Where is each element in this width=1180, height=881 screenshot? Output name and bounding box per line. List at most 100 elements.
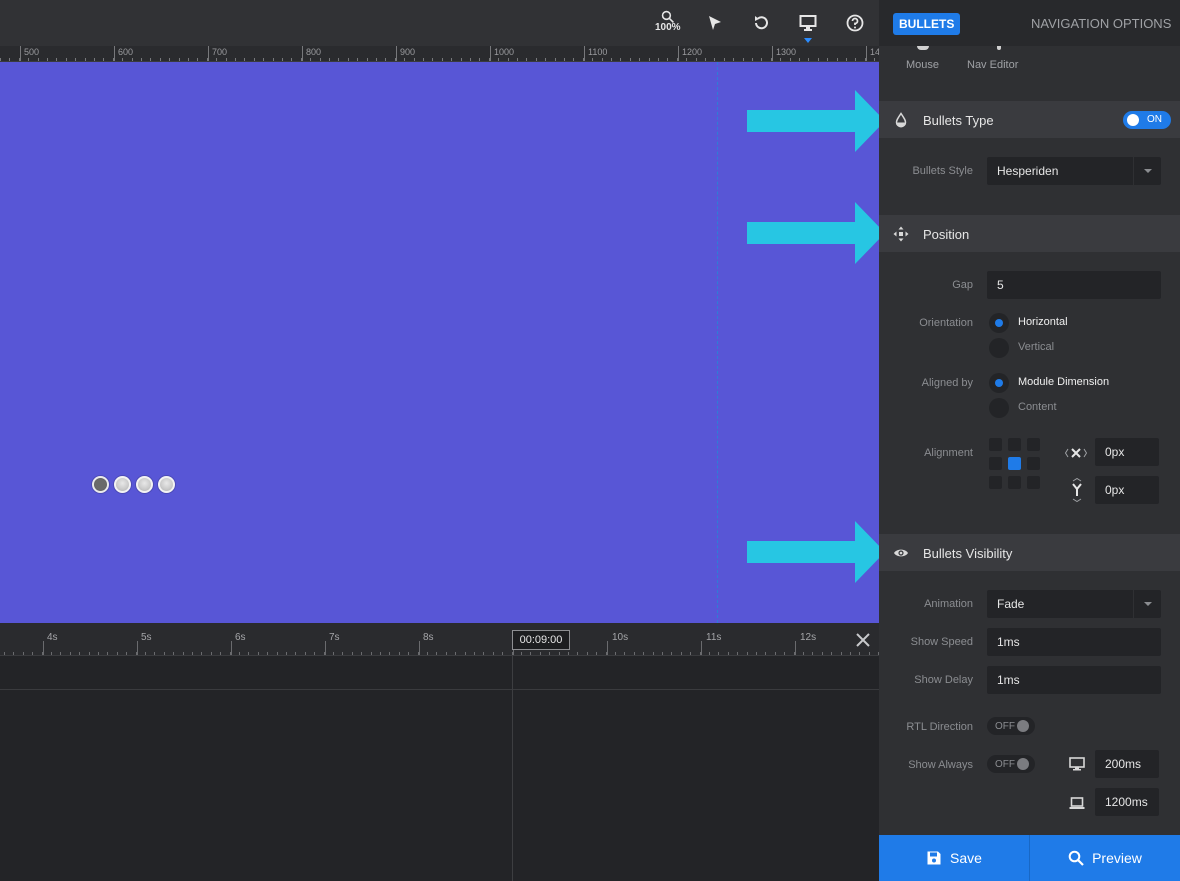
- show-delay-input[interactable]: 1ms: [987, 666, 1161, 694]
- y-offset-input[interactable]: 0px: [1095, 476, 1159, 504]
- orientation-vertical-radio[interactable]: [989, 338, 1009, 358]
- timeline-tick: [737, 652, 739, 655]
- bullet-2[interactable]: [114, 476, 131, 493]
- settings-panel: BULLETS NAVIGATION OPTIONS Mouse Nav Edi…: [879, 0, 1180, 881]
- timeline-tick: [756, 652, 757, 655]
- align-top-right[interactable]: [1027, 438, 1040, 451]
- help-icon: [846, 14, 864, 32]
- ruler-tick: [817, 58, 819, 61]
- ruler-tick: [150, 58, 152, 61]
- ruler-tick: [338, 58, 340, 61]
- ruler-tick: [56, 58, 58, 61]
- align-bottom-right[interactable]: [1027, 476, 1040, 489]
- aligned-content-radio[interactable]: [989, 398, 1009, 418]
- ruler-tick: [366, 58, 368, 61]
- timeline-tick: [709, 652, 710, 655]
- align-middle-center[interactable]: [1008, 457, 1021, 470]
- timeline-tick: [370, 652, 372, 655]
- timeline: 4s 5s 6s 7s 8s 10s 11s 12s 00:09:00: [0, 623, 879, 881]
- canvas-guide-line: [717, 62, 718, 623]
- section-bullets-type[interactable]: Bullets Type ON: [879, 101, 1180, 138]
- laptop-delay-input[interactable]: 1200ms: [1095, 788, 1159, 816]
- ruler-tick: [733, 58, 735, 61]
- timeline-row[interactable]: [0, 656, 879, 690]
- timeline-major-tick: [607, 641, 608, 655]
- show-always-toggle[interactable]: OFF: [987, 755, 1035, 773]
- bullet-4[interactable]: [158, 476, 175, 493]
- ruler-tick: [564, 58, 565, 61]
- timeline-major-tick: [701, 641, 702, 655]
- timeline-tick: [652, 652, 654, 655]
- section-title: Bullets Visibility: [923, 546, 1013, 561]
- ruler-tick: [75, 58, 77, 61]
- align-bottom-center[interactable]: [1008, 476, 1021, 489]
- timeline-ruler[interactable]: 4s 5s 6s 7s 8s 10s 11s 12s: [0, 623, 879, 656]
- help-button[interactable]: [846, 14, 864, 44]
- orientation-horizontal-radio[interactable]: [989, 313, 1009, 333]
- gap-input[interactable]: 5: [987, 271, 1161, 299]
- ruler-tick: [761, 58, 763, 61]
- timeline-major-tick: [795, 641, 796, 655]
- search-icon: [1068, 850, 1084, 866]
- zoom-button[interactable]: 100%: [655, 10, 681, 40]
- desktop-delay-value: 200ms: [1105, 757, 1142, 771]
- mode-nav-editor[interactable]: Nav Editor: [967, 59, 1018, 71]
- ruler-major-tick: [772, 46, 773, 61]
- timeline-tick: [276, 652, 278, 655]
- align-top-left[interactable]: [989, 438, 1002, 451]
- timeline-major-tick: [419, 641, 420, 655]
- aligned-module-radio[interactable]: [989, 373, 1009, 393]
- align-middle-right[interactable]: [1027, 457, 1040, 470]
- ruler-tick: [94, 58, 95, 61]
- tab-bullets[interactable]: BULLETS: [893, 13, 961, 35]
- ruler-tick: [695, 58, 697, 61]
- ruler-tick: [441, 58, 443, 61]
- ruler-tick: [789, 58, 791, 61]
- timeline-playhead[interactable]: [512, 656, 513, 881]
- timeline-label: 7s: [329, 632, 340, 643]
- ruler-major-tick: [678, 46, 679, 61]
- section-position[interactable]: Position: [879, 215, 1180, 252]
- bullets-style-select[interactable]: Hesperiden: [987, 157, 1161, 185]
- timeline-tick: [145, 652, 146, 655]
- bullets-preview: [92, 476, 175, 493]
- orientation-horizontal-label: Horizontal: [1018, 316, 1068, 328]
- preview-button[interactable]: Preview: [1030, 835, 1180, 881]
- ruler-tick: [874, 58, 876, 61]
- timeline-current-time[interactable]: 00:09:00: [512, 630, 570, 650]
- save-label: Save: [950, 850, 982, 866]
- timeline-tick: [351, 652, 353, 655]
- x-offset-input[interactable]: 0px: [1095, 438, 1159, 466]
- rtl-direction-toggle[interactable]: OFF: [987, 717, 1035, 735]
- tab-navigation-options[interactable]: NAVIGATION OPTIONS: [1031, 16, 1171, 31]
- align-bottom-left[interactable]: [989, 476, 1002, 489]
- close-icon[interactable]: [854, 631, 872, 649]
- desktop-delay-input[interactable]: 200ms: [1095, 750, 1159, 778]
- show-speed-input[interactable]: 1ms: [987, 628, 1161, 656]
- bullet-3[interactable]: [136, 476, 153, 493]
- timeline-major-tick: [231, 641, 232, 655]
- ruler-tick: [658, 58, 659, 61]
- alignment-label: Alignment: [924, 447, 973, 459]
- timeline-tick: [784, 652, 786, 655]
- ruler-tick: [620, 58, 622, 61]
- section-bullets-visibility[interactable]: Bullets Visibility: [879, 534, 1180, 571]
- ruler-tick: [65, 58, 67, 61]
- bullets-enable-toggle[interactable]: ON: [1123, 111, 1171, 129]
- animation-select[interactable]: Fade: [987, 590, 1161, 618]
- align-middle-left[interactable]: [989, 457, 1002, 470]
- undo-button[interactable]: [752, 14, 770, 44]
- timeline-tick: [267, 652, 269, 655]
- bullet-1[interactable]: [92, 476, 109, 493]
- timeline-tick: [436, 652, 438, 655]
- active-device-indicator: [804, 38, 812, 43]
- save-button[interactable]: Save: [879, 835, 1029, 881]
- mode-mouse[interactable]: Mouse: [906, 59, 939, 71]
- align-top-center[interactable]: [1008, 438, 1021, 451]
- select-tool-button[interactable]: [706, 14, 724, 44]
- timeline-tick: [455, 652, 457, 655]
- chevron-down-icon: [1133, 590, 1161, 618]
- timeline-tick: [831, 652, 833, 655]
- timeline-tick: [868, 652, 870, 655]
- cursor-icon: [709, 16, 721, 30]
